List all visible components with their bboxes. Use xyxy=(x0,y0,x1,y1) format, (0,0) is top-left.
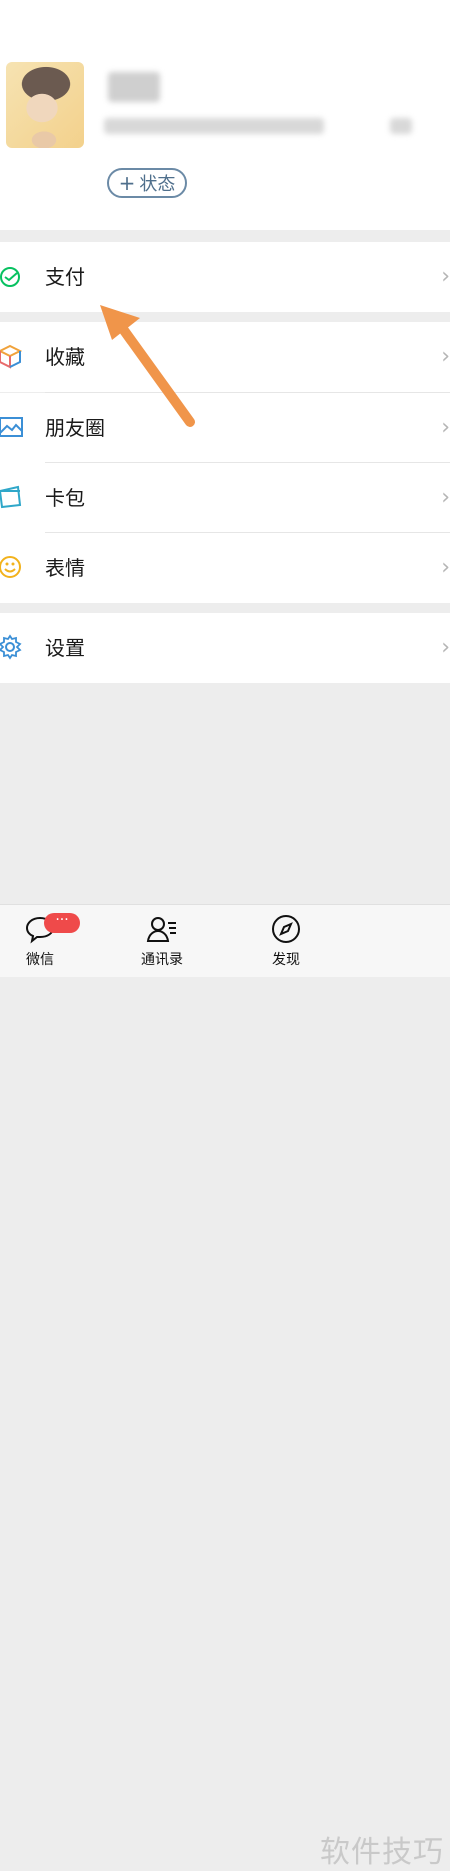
menu-label-cards: 卡包 xyxy=(45,486,85,510)
chevron-right-icon: › xyxy=(441,415,450,440)
tab-discover[interactable]: 发现 xyxy=(246,905,326,977)
add-status-button[interactable]: + 状态 xyxy=(107,168,187,198)
unread-badge: ··· xyxy=(44,913,80,933)
tab-contacts[interactable]: 通讯录 xyxy=(122,905,202,977)
chevron-right-icon: › xyxy=(441,485,450,510)
menu-item-pay[interactable]: 支付 › xyxy=(0,242,450,312)
menu-item-favorites[interactable]: 收藏 › xyxy=(0,322,450,392)
chevron-right-icon: › xyxy=(441,555,450,580)
gear-icon xyxy=(0,634,22,660)
moments-photo-icon xyxy=(0,417,23,437)
menu-label-favorites: 收藏 xyxy=(45,345,85,369)
menu-item-stickers[interactable]: 表情 › xyxy=(0,533,450,603)
menu-label-stickers: 表情 xyxy=(45,556,85,580)
tab-label-contacts: 通讯录 xyxy=(141,952,183,968)
tab-label-discover: 发现 xyxy=(272,952,300,968)
smiley-face-icon xyxy=(0,556,21,578)
menu-item-moments[interactable]: 朋友圈 › xyxy=(0,393,450,463)
tab-chats[interactable]: ··· 微信 xyxy=(0,905,80,977)
profile-header: + 状态 xyxy=(0,0,450,230)
blurred-wechat-id xyxy=(104,118,324,134)
watermark-text: 软件技巧 xyxy=(320,1835,444,1870)
pay-icon xyxy=(0,267,20,287)
blurred-username xyxy=(108,72,160,102)
menu-label-pay: 支付 xyxy=(45,265,85,289)
plus-icon: + xyxy=(118,171,136,195)
avatar[interactable] xyxy=(6,62,84,148)
bottom-tab-bar: ··· 微信 通讯录 发现 软件技巧 xyxy=(0,904,450,1870)
menu-label-settings: 设置 xyxy=(45,636,85,660)
chevron-right-icon: › xyxy=(441,344,450,369)
favorites-cube-icon xyxy=(0,344,23,369)
tab-label-chats: 微信 xyxy=(26,952,54,968)
menu-item-cards[interactable]: 卡包 › xyxy=(0,463,450,533)
card-wallet-icon xyxy=(0,485,22,509)
menu-label-moments: 朋友圈 xyxy=(45,416,105,440)
chevron-right-icon: › xyxy=(441,264,450,289)
contacts-icon xyxy=(146,917,176,942)
compass-icon xyxy=(272,915,300,943)
status-label: 状态 xyxy=(139,174,176,195)
blurred-qr-area[interactable] xyxy=(390,118,412,134)
menu-item-settings[interactable]: 设置 › xyxy=(0,613,450,683)
chevron-right-icon: › xyxy=(441,635,450,660)
